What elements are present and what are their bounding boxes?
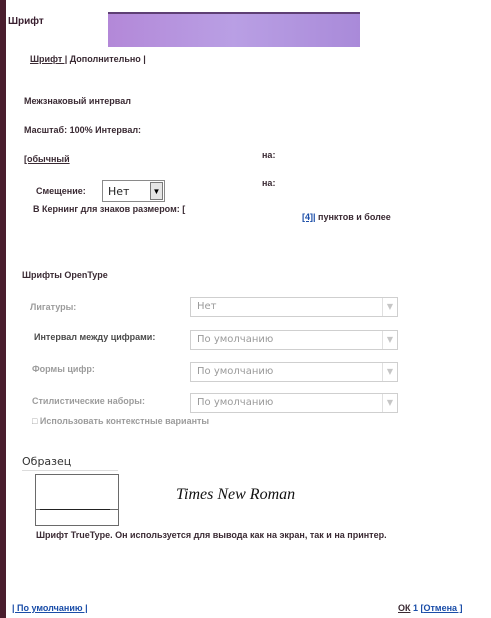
- window-left-border: [0, 0, 6, 618]
- footer-actions: ОК 1 [Отмена ]: [398, 603, 463, 613]
- spacing-by-label: на:: [262, 150, 276, 160]
- contextual-alternates-checkbox[interactable]: □ Использовать контекстные варианты: [32, 416, 209, 426]
- preview-description: Шрифт TrueType. Он используется для выво…: [36, 530, 387, 540]
- kerning-suffix: пунктов и более: [318, 212, 391, 222]
- chevron-down-icon[interactable]: ▼: [382, 394, 397, 412]
- chevron-down-icon[interactable]: ▼: [382, 363, 397, 381]
- stylistic-sets-dropdown[interactable]: По умолчанию ▼: [190, 393, 398, 413]
- number-forms-value: По умолчанию: [197, 366, 274, 377]
- tab-bar: Шрифт | Дополнительно |: [30, 54, 146, 64]
- ok-button[interactable]: ОК: [398, 603, 411, 613]
- preview-divider: [22, 470, 118, 471]
- number-spacing-dropdown[interactable]: По умолчанию ▼: [190, 330, 398, 350]
- number-spacing-label: Интервал между цифрами:: [34, 332, 156, 342]
- window-title: Шрифт: [8, 16, 44, 27]
- chevron-down-icon[interactable]: ▼: [382, 331, 397, 349]
- scale-spacing-label: Масштаб: 100% Интервал:: [24, 125, 142, 135]
- preview-box-lower: [35, 510, 119, 526]
- number-forms-label: Формы цифр:: [32, 364, 95, 374]
- ligatures-value: Нет: [197, 301, 217, 312]
- kerning-size-row: [4]| пунктов и более: [302, 212, 391, 222]
- cancel-button[interactable]: Отмена ]: [424, 603, 463, 613]
- shift-label: Смещение:: [36, 186, 86, 196]
- preview-font-name: Times New Roman: [176, 486, 296, 503]
- opentype-heading: Шрифты OpenType: [22, 270, 108, 280]
- chevron-down-icon[interactable]: ▼: [150, 182, 163, 200]
- footer-separator: 1 [: [410, 603, 424, 613]
- shift-dropdown[interactable]: Нет ▼: [102, 180, 165, 202]
- title-bar: [108, 12, 360, 47]
- chevron-down-icon[interactable]: ▼: [382, 298, 397, 316]
- default-button[interactable]: | По умолчанию |: [12, 603, 88, 613]
- number-forms-dropdown[interactable]: По умолчанию ▼: [190, 362, 398, 382]
- ligatures-label: Лигатуры:: [30, 302, 77, 312]
- preview-heading: Образец: [22, 455, 72, 468]
- shift-by-label: на:: [262, 178, 276, 188]
- stylistic-sets-value: По умолчанию: [197, 397, 274, 408]
- shift-dropdown-value: Нет: [108, 185, 130, 198]
- preview-box: [35, 474, 119, 510]
- spacing-heading: Межзнаковый интервал: [24, 96, 131, 106]
- tab-advanced[interactable]: Дополнительно |: [70, 54, 146, 64]
- kerning-label: В Кернинг для знаков размером: [: [33, 204, 186, 214]
- ligatures-dropdown[interactable]: Нет ▼: [190, 297, 398, 317]
- stylistic-sets-label: Стилистические наборы:: [32, 396, 145, 406]
- number-spacing-value: По умолчанию: [197, 334, 274, 345]
- kerning-size-input[interactable]: [4]|: [302, 212, 316, 222]
- spacing-value[interactable]: [обычный: [24, 154, 70, 164]
- tab-font[interactable]: Шрифт |: [30, 54, 67, 64]
